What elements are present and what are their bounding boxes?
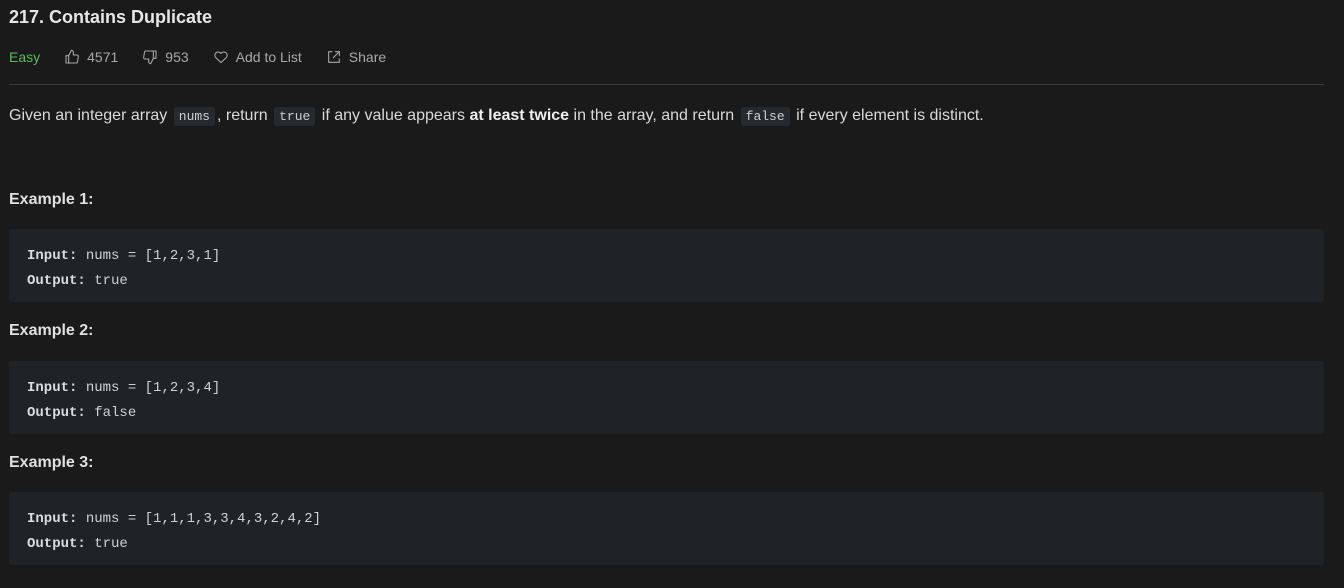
problem-page: 217. Contains Duplicate Easy 4571 953 Ad… xyxy=(0,0,1344,588)
output-label: Output: xyxy=(27,536,86,552)
heart-icon xyxy=(213,51,228,64)
inline-code: true xyxy=(274,107,316,126)
problem-meta-bar: Easy 4571 953 Add to List Share xyxy=(9,47,410,67)
add-to-list-label: Add to List xyxy=(235,49,302,65)
description-text: , return xyxy=(216,107,268,124)
example-output-line: Output: true xyxy=(27,269,1306,294)
header-divider xyxy=(9,84,1324,85)
share-icon xyxy=(327,51,340,63)
share-button[interactable]: Share xyxy=(326,49,386,65)
share-label: Share xyxy=(348,49,387,65)
description-emphasis: at least twice xyxy=(469,107,570,124)
problem-title: 217. Contains Duplicate xyxy=(9,7,213,27)
output-value: false xyxy=(94,405,137,421)
output-value: true xyxy=(94,536,128,552)
description-text: if any value appears xyxy=(321,107,465,124)
input-value: nums = [1,2,3,4] xyxy=(85,380,221,396)
add-to-list-button[interactable]: Add to List xyxy=(213,49,302,65)
input-label: Input: xyxy=(27,511,78,527)
example-input-line: Input: nums = [1,2,3,1] xyxy=(27,244,1306,269)
example-title: Example 2: xyxy=(9,322,94,339)
input-value: nums = [1,1,1,3,3,4,3,2,4,2] xyxy=(85,511,322,527)
description-text: Given an integer array xyxy=(9,107,168,124)
example-block: Input: nums = [1,2,3,4] Output: false xyxy=(9,361,1324,434)
inline-code: false xyxy=(740,107,790,126)
problem-description: Given an integer array nums, return true… xyxy=(9,105,984,128)
example-input-line: Input: nums = [1,2,3,4] xyxy=(27,376,1306,401)
input-label: Input: xyxy=(27,380,78,396)
thumbs-down-icon xyxy=(143,50,157,65)
input-label: Input: xyxy=(27,248,78,264)
output-label: Output: xyxy=(27,405,86,421)
example-output-line: Output: false xyxy=(27,401,1306,426)
difficulty-badge: Easy xyxy=(9,49,41,65)
description-text: in the array, and return xyxy=(573,107,735,124)
like-button[interactable]: 4571 xyxy=(64,49,118,65)
example-block: Input: nums = [1,2,3,1] Output: true xyxy=(9,229,1324,302)
example-output-line: Output: true xyxy=(27,532,1306,557)
like-count: 4571 xyxy=(87,49,119,65)
example-block: Input: nums = [1,1,1,3,3,4,3,2,4,2] Outp… xyxy=(9,492,1324,565)
example-input-line: Input: nums = [1,1,1,3,3,4,3,2,4,2] xyxy=(27,507,1306,532)
description-text: if every element is distinct. xyxy=(796,107,984,124)
example-title: Example 1: xyxy=(9,191,94,208)
thumbs-up-icon xyxy=(65,49,79,64)
output-value: true xyxy=(94,273,128,289)
inline-code: nums xyxy=(173,107,215,126)
dislike-button[interactable]: 953 xyxy=(142,49,189,65)
input-value: nums = [1,2,3,1] xyxy=(85,248,221,264)
output-label: Output: xyxy=(27,273,86,289)
dislike-count: 953 xyxy=(165,49,189,65)
example-title: Example 3: xyxy=(9,454,94,471)
